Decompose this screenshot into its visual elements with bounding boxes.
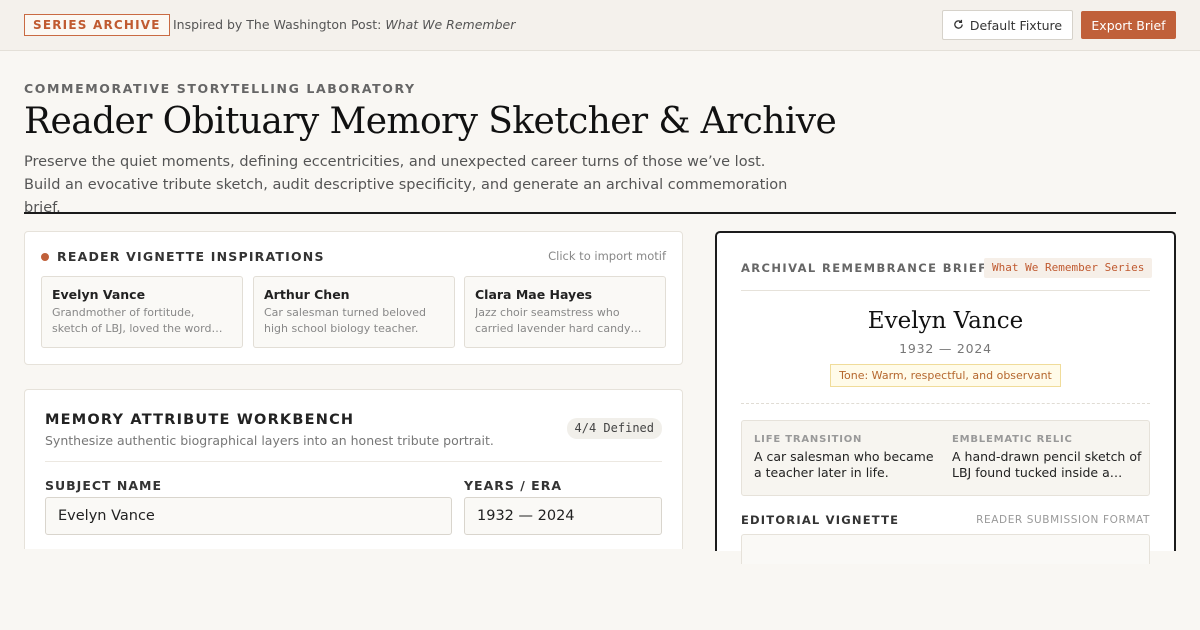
vignette-description: Jazz choir seamstress who carried lavend… <box>475 306 642 335</box>
page-title: Reader Obituary Memory Sketcher & Archiv… <box>24 101 837 142</box>
vignette-card[interactable]: Evelyn Vance Grandmother of fortitude, s… <box>41 276 243 348</box>
vignette-name: Evelyn Vance <box>52 287 146 302</box>
brief-subject-name: Evelyn Vance <box>867 308 1024 334</box>
inspirations-header: READER VIGNETTE INSPIRATIONS <box>41 249 325 264</box>
export-brief-button[interactable]: Export Brief <box>1081 11 1176 39</box>
workbench-title: MEMORY ATTRIBUTE WORKBENCH <box>45 412 355 428</box>
editorial-vignette-label: EDITORIAL VIGNETTE <box>741 513 900 527</box>
subject-name-input[interactable] <box>45 497 452 535</box>
top-bar: SERIES ARCHIVE Inspired by The Washingto… <box>0 0 1200 51</box>
life-transition-attribute: LIFE TRANSITION A car salesman who becam… <box>754 434 944 481</box>
default-fixture-label: Default Fixture <box>969 17 1063 33</box>
workbench-divider <box>45 461 662 462</box>
life-transition-value: A car salesman who became a teacher late… <box>754 449 934 480</box>
default-fixture-button[interactable]: Default Fixture <box>942 10 1073 40</box>
page-eyebrow: COMMEMORATIVE STORYTELLING LABORATORY <box>24 81 416 96</box>
inspiration-credit: Inspired by The Washington Post: What We… <box>173 17 515 32</box>
series-archive-badge: SERIES ARCHIVE <box>24 14 170 36</box>
inspirations-title: READER VIGNETTE INSPIRATIONS <box>57 249 325 264</box>
emblematic-relic-label: EMBLEMATIC RELIC <box>952 434 1073 445</box>
brief-divider <box>741 290 1150 291</box>
series-tag: What We Remember Series <box>984 258 1153 278</box>
vignette-description: Car salesman turned beloved high school … <box>264 306 427 335</box>
tone-badge: Tone: Warm, respectful, and observant <box>830 364 1061 387</box>
inspiration-prefix: Inspired by The Washington Post: <box>173 17 382 32</box>
archival-remembrance-brief: ARCHIVAL REMEMBRANCE BRIEF What We Remem… <box>715 231 1176 564</box>
accent-dot-icon <box>41 252 49 261</box>
emblematic-relic-value: A hand-drawn pencil sketch of LBJ found … <box>952 449 1142 480</box>
attribute-summary: LIFE TRANSITION A car salesman who becam… <box>741 420 1150 496</box>
defined-count-badge: 4/4 Defined <box>566 418 662 439</box>
inspirations-hint: Click to import motif <box>548 249 666 263</box>
brief-label: ARCHIVAL REMEMBRANCE BRIEF <box>741 261 988 275</box>
memory-attribute-workbench: MEMORY ATTRIBUTE WORKBENCH Synthesize au… <box>24 389 683 549</box>
page-description: Preserve the quiet moments, defining ecc… <box>24 154 788 216</box>
brief-years: 1932 — 2024 <box>899 341 992 356</box>
vignette-name: Arthur Chen <box>264 287 350 302</box>
vignette-card[interactable]: Clara Mae Hayes Jazz choir seamstress wh… <box>464 276 666 348</box>
subject-name-label: SUBJECT NAME <box>45 478 163 493</box>
vignette-name: Clara Mae Hayes <box>475 287 593 302</box>
submission-format-label: READER SUBMISSION FORMAT <box>976 514 1150 526</box>
years-era-input[interactable] <box>464 497 662 535</box>
section-divider <box>24 212 1176 214</box>
vignette-inspirations-panel: READER VIGNETTE INSPIRATIONS Click to im… <box>24 231 683 365</box>
years-era-label: YEARS / ERA <box>464 478 562 493</box>
vignette-card[interactable]: Arthur Chen Car salesman turned beloved … <box>253 276 455 348</box>
inspiration-title: What We Remember <box>385 17 516 32</box>
life-transition-label: LIFE TRANSITION <box>754 434 863 445</box>
vignette-description: Grandmother of fortitude, sketch of LBJ,… <box>52 306 223 335</box>
workbench-subtitle: Synthesize authentic biographical layers… <box>45 433 494 448</box>
editorial-vignette-box <box>741 534 1150 564</box>
brief-dashed-divider <box>741 403 1150 404</box>
refresh-icon <box>953 18 964 33</box>
emblematic-relic-attribute: EMBLEMATIC RELIC A hand-drawn pencil ske… <box>952 434 1142 481</box>
